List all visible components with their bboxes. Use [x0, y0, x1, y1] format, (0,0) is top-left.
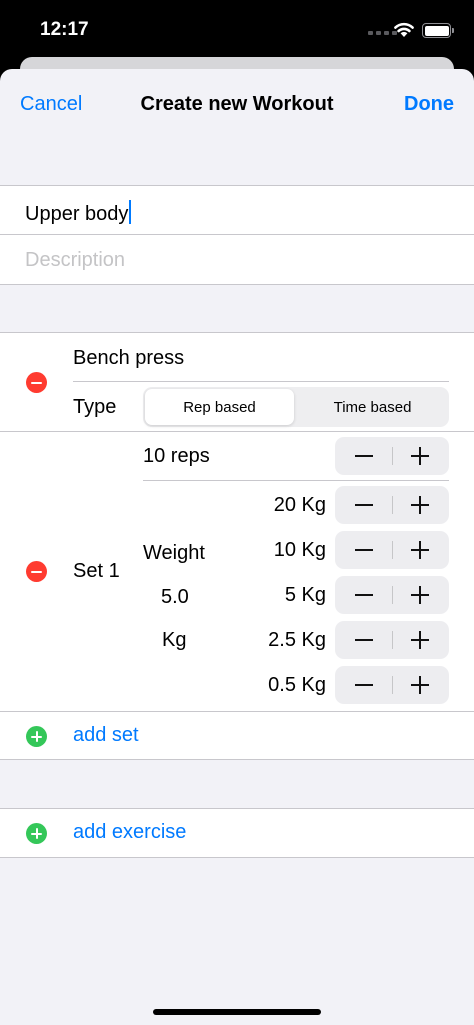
weight-stepper-20kg [335, 486, 449, 524]
status-bar: 12:17 [0, 0, 474, 60]
divider [0, 234, 474, 235]
minus-icon [355, 504, 373, 506]
reps-stepper [335, 437, 449, 475]
workout-name-value: Upper body [25, 203, 129, 225]
battery-icon [422, 23, 454, 38]
increment-label: 2.5 Kg [268, 629, 326, 651]
weight-decrement-button[interactable] [335, 531, 392, 569]
status-time: 12:17 [40, 19, 89, 40]
weight-stepper-0-5kg [335, 666, 449, 704]
minus-icon [355, 639, 373, 641]
weight-increment-button[interactable] [392, 621, 449, 659]
increment-label: 5 Kg [284, 584, 326, 606]
navigation-bar: Cancel Create new Workout Done [0, 69, 474, 139]
increment-label: 10 Kg [273, 539, 326, 561]
done-button[interactable]: Done [404, 93, 454, 116]
reps-decrement-button[interactable] [335, 437, 392, 475]
delete-set-button[interactable] [26, 561, 47, 582]
exercise-name[interactable]: Bench press [73, 347, 184, 370]
add-exercise-icon[interactable] [26, 823, 47, 844]
minus-icon [355, 549, 373, 551]
home-indicator [153, 1009, 321, 1015]
weight-increment-button[interactable] [392, 576, 449, 614]
weight-stepper-10kg [335, 531, 449, 569]
increment-label: 0.5 Kg [268, 674, 326, 696]
type-label: Type [73, 396, 117, 418]
minus-icon [355, 455, 373, 457]
add-exercise-button[interactable]: add exercise [73, 821, 186, 844]
weight-stepper-2-5kg [335, 621, 449, 659]
minus-icon [355, 594, 373, 596]
segment-rep-based[interactable]: Rep based [145, 389, 294, 425]
divider [143, 480, 449, 481]
description-field[interactable]: Description [25, 249, 125, 272]
weight-decrement-button[interactable] [335, 621, 392, 659]
minus-icon [355, 684, 373, 686]
weight-label: Weight [143, 542, 205, 564]
weight-decrement-button[interactable] [335, 486, 392, 524]
set-label: Set 1 [73, 560, 120, 582]
weight-value: 5.0 [161, 586, 189, 608]
weight-stepper-5kg [335, 576, 449, 614]
add-set-button[interactable]: add set [73, 724, 139, 747]
reps-increment-button[interactable] [392, 437, 449, 475]
workout-info-group: Upper body Description [0, 185, 474, 285]
reps-value: 10 reps [143, 445, 210, 467]
exercise-group: Bench press Type Rep based Time based Se… [0, 332, 474, 760]
weight-increment-button[interactable] [392, 666, 449, 704]
add-exercise-group: add exercise [0, 808, 474, 858]
weight-decrement-button[interactable] [335, 576, 392, 614]
divider [73, 381, 449, 382]
divider [0, 711, 474, 712]
weight-unit: Kg [162, 629, 187, 651]
weight-decrement-button[interactable] [335, 666, 392, 704]
wifi-icon [394, 22, 414, 37]
add-set-icon[interactable] [26, 726, 47, 747]
page-title: Create new Workout [140, 93, 334, 115]
text-cursor [129, 200, 132, 224]
exercise-type-segmented-control: Rep based Time based [143, 387, 449, 427]
weight-increment-button[interactable] [392, 531, 449, 569]
delete-exercise-button[interactable] [26, 372, 47, 393]
create-workout-sheet: Cancel Create new Workout Done Upper bod… [0, 69, 474, 1025]
weight-increment-button[interactable] [392, 486, 449, 524]
increment-label: 20 Kg [273, 494, 326, 516]
segment-time-based[interactable]: Time based [298, 389, 447, 425]
divider [0, 431, 474, 432]
workout-name-field[interactable]: Upper body [25, 200, 132, 226]
